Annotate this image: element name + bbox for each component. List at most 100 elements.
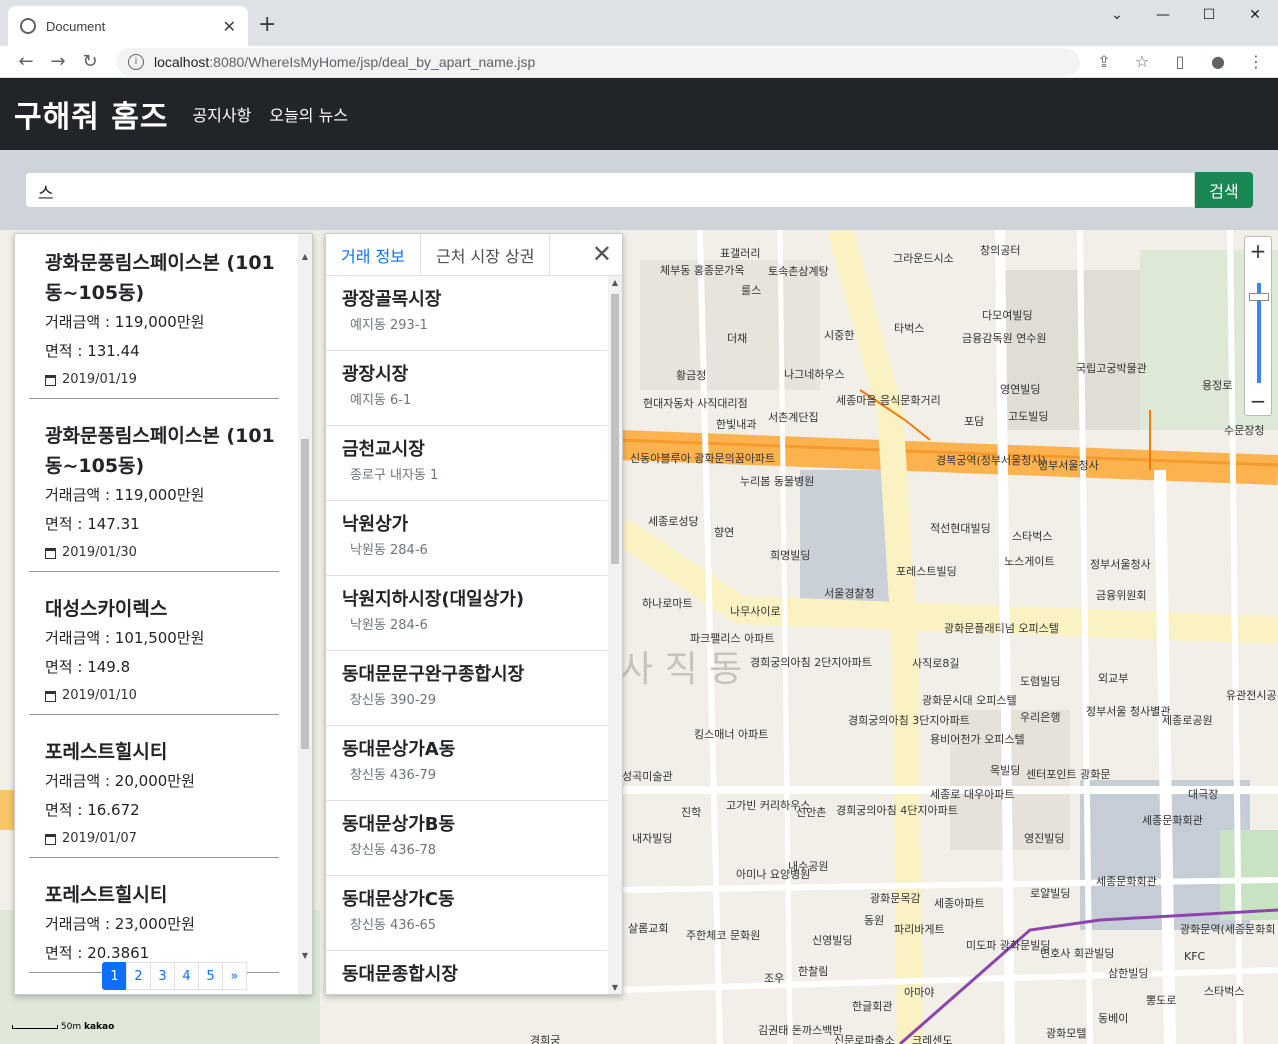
market-item[interactable]: 동대문상가B동 창신동 436-78 xyxy=(326,801,607,876)
deal-scroll-thumb[interactable] xyxy=(301,439,309,749)
app-navbar: 구해줘 홈즈 공지사항 오늘의 뉴스 xyxy=(0,78,1278,150)
info-icon[interactable]: i xyxy=(128,53,144,70)
page-2[interactable]: 2 xyxy=(126,962,151,990)
market-item[interactable]: 낙원상가 낙원동 284-6 xyxy=(326,501,607,576)
map-label: 신동아블루아 광화문의꿈아파트 xyxy=(630,452,776,465)
market-address: 예지동 6-1 xyxy=(350,393,412,408)
page-5[interactable]: 5 xyxy=(198,962,223,990)
map-label: 성곡미술관 xyxy=(622,770,673,783)
market-name: 동대문상가C동 xyxy=(342,889,455,910)
scroll-up-icon[interactable]: ▲ xyxy=(608,278,622,287)
map-label: 다모여빌딩 xyxy=(982,309,1033,322)
deal-item[interactable]: 대성스카이렉스 거래금액 : 101,500만원 면적 : 149.8 2019/01… xyxy=(15,580,312,723)
forward-button[interactable]: → xyxy=(42,51,74,72)
map-label: 우리은행 xyxy=(1020,711,1061,724)
page-3[interactable]: 3 xyxy=(150,962,175,990)
market-name: 동대문종합시장 xyxy=(342,964,458,985)
market-item[interactable]: 동대문상가C동 창신동 436-65 xyxy=(326,876,607,951)
market-item[interactable]: 동대문상가A동창신동 436-79 xyxy=(326,726,607,801)
profile-icon[interactable]: ● xyxy=(1206,52,1230,71)
page-4[interactable]: 4 xyxy=(174,962,199,990)
nav-link-notice[interactable]: 공지사항 xyxy=(192,102,251,126)
maximize-button[interactable]: ☐ xyxy=(1186,0,1232,30)
map-label: 희명빌딩 xyxy=(770,549,811,562)
close-icon[interactable]: ✕ xyxy=(592,240,612,268)
sidepanel-icon[interactable]: ▯ xyxy=(1168,52,1192,71)
map-label: 로얄빌딩 xyxy=(1030,887,1071,900)
map-label: 정부서울청사 xyxy=(1090,558,1151,571)
tab-nearby-markets[interactable]: 근처 시장 상권 xyxy=(421,234,551,275)
zoom-out-button[interactable]: − xyxy=(1245,387,1271,415)
browser-tab[interactable]: Document ✕ xyxy=(8,6,248,46)
deal-list-panel: 광화문풍림스페이스본 (101동~105동) 거래금액 : 119,000만원 면적… xyxy=(14,233,313,995)
market-scrollbar[interactable]: ▲ ▼ xyxy=(608,276,622,994)
map-label: 한빛내과 xyxy=(716,418,757,431)
scroll-up-icon[interactable]: ▲ xyxy=(298,252,312,261)
map-label: 경희궁의아침 3단지아파트 xyxy=(848,714,970,727)
divider xyxy=(29,714,279,715)
page-next[interactable]: » xyxy=(222,962,247,990)
deal-apartment-name: 포레스트힐시티 xyxy=(45,884,168,906)
bookmark-star-icon[interactable]: ☆ xyxy=(1130,52,1154,71)
market-item[interactable]: 낙원지하시장(대일상가) 낙원동 284-6 xyxy=(326,576,607,651)
market-name: 동대문상가A동 xyxy=(342,739,456,760)
map-label: 광화문목감 xyxy=(870,892,921,905)
zoom-handle[interactable] xyxy=(1249,293,1269,301)
minimize-button[interactable]: — xyxy=(1140,0,1186,30)
map-label: 황금정 xyxy=(676,369,707,382)
deal-price: 거래금액 : 20,000만원 xyxy=(45,772,195,790)
map-label: 유관전시공 xyxy=(1226,689,1277,702)
map-label: 세종문화회관 xyxy=(1096,875,1157,888)
share-icon[interactable]: ⇪ xyxy=(1092,52,1116,71)
deal-item[interactable]: 광화문풍림스페이스본 (101동~105동) 거래금액 : 119,000만원 면적… xyxy=(15,407,312,580)
tab-search-icon[interactable]: ⌄ xyxy=(1094,0,1140,30)
window-controls: ⌄ — ☐ ✕ xyxy=(1094,0,1278,30)
market-item[interactable]: 동대문종합시장 xyxy=(326,951,607,994)
map-zoom-control: + − xyxy=(1244,236,1272,416)
scale-label: 50m xyxy=(60,1022,82,1032)
map-label: 세종문화회관 xyxy=(1142,814,1203,827)
market-address: 창신동 436-78 xyxy=(350,843,437,858)
scroll-down-icon[interactable]: ▼ xyxy=(298,951,312,960)
map-label: 스타벅스 xyxy=(1012,530,1053,543)
market-item[interactable]: 광장골목시장 예지동 293-1 xyxy=(326,276,607,351)
map-label: 아미나 요양병원 xyxy=(736,868,811,881)
deal-item[interactable]: 광화문풍림스페이스본 (101동~105동) 거래금액 : 119,000만원 면적… xyxy=(15,234,312,407)
map-label: 창의공터 xyxy=(980,244,1021,257)
map-label: 서울경찰청 xyxy=(824,587,875,600)
tab-close-icon[interactable]: ✕ xyxy=(223,17,236,36)
divider xyxy=(29,857,279,858)
page-1[interactable]: 1 xyxy=(102,962,127,990)
map-label: 누리봄 동물병원 xyxy=(740,475,815,488)
tab-title: Document xyxy=(46,18,106,34)
map-label: 영연빌딩 xyxy=(1000,383,1041,396)
market-scroll-thumb[interactable] xyxy=(611,294,619,564)
market-item[interactable]: 동대문문구완구종합시장 창신동 390-29 xyxy=(326,651,607,726)
new-tab-button[interactable]: + xyxy=(258,12,276,37)
search-input[interactable]: 스 xyxy=(25,172,1195,208)
search-button[interactable]: 검색 xyxy=(1195,172,1253,208)
map-label: 내자빌딩 xyxy=(632,832,673,845)
deal-scrollbar[interactable]: ▲ ▼ xyxy=(298,234,312,994)
market-address: 창신동 390-29 xyxy=(350,693,437,708)
map-label: 광화문역(세종문화회 xyxy=(1180,923,1276,936)
close-window-button[interactable]: ✕ xyxy=(1232,0,1278,30)
brand-logo[interactable]: 구해줘 홈즈 xyxy=(14,92,168,136)
deal-item[interactable]: 포레스트힐시티 거래금액 : 20,000만원 면적 : 16.672 2019/01… xyxy=(15,723,312,866)
tab-deal-info[interactable]: 거래 정보 xyxy=(326,234,421,275)
menu-kebab-icon[interactable]: ⋮ xyxy=(1244,52,1268,71)
url-field[interactable]: i localhost:8080/WhereIsMyHome/jsp/deal_… xyxy=(116,47,1080,76)
nav-link-news[interactable]: 오늘의 뉴스 xyxy=(269,102,348,126)
map-label: 변호사 회관빌딩 xyxy=(1040,947,1115,960)
map-label: 세종로 대우아파트 xyxy=(930,788,1015,801)
map-label: 세종로성당 xyxy=(648,515,699,528)
market-address: 창신동 436-79 xyxy=(350,768,437,783)
back-button[interactable]: ← xyxy=(10,51,42,72)
map-label: 광화문플래티넘 오피스텔 xyxy=(944,622,1059,635)
market-item[interactable]: 금천교시장 종로구 내자동 1 xyxy=(326,426,607,501)
zoom-in-button[interactable]: + xyxy=(1245,237,1271,265)
market-item[interactable]: 광장시장 예지동 6-1 xyxy=(326,351,607,426)
calendar-icon xyxy=(45,690,56,702)
reload-button[interactable]: ↻ xyxy=(74,51,106,72)
scroll-down-icon[interactable]: ▼ xyxy=(608,983,622,992)
